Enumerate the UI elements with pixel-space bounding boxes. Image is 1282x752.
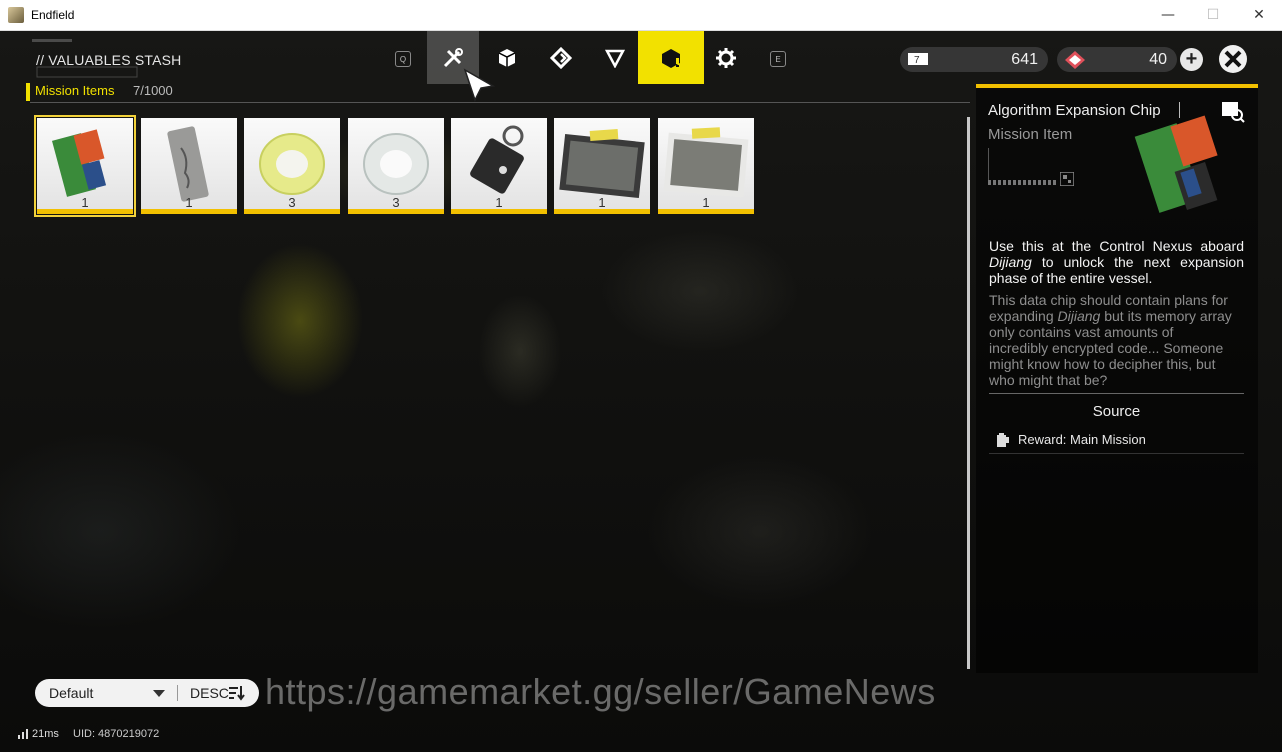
source-heading: Source xyxy=(1092,403,1141,420)
category-misc-tab[interactable] xyxy=(700,31,752,84)
game-viewport: // VALUABLES STASH Q E 7 641 40 + Missio… xyxy=(0,31,1282,752)
gear-icon xyxy=(716,47,736,68)
triangle-icon xyxy=(605,49,625,68)
section-divider xyxy=(30,102,970,103)
item-slot-glowing-ring[interactable]: 3 xyxy=(244,118,340,214)
sort-divider xyxy=(177,685,178,701)
watermark-text: https://gamemarket.gg/seller/GameNews xyxy=(265,671,936,712)
barcode-decor xyxy=(988,180,1058,185)
sort-descending-icon xyxy=(229,686,245,701)
tab-mission-items[interactable]: Mission Items xyxy=(35,83,114,98)
window-close-button[interactable]: ✕ xyxy=(1236,0,1282,30)
sort-control: Default DESC xyxy=(35,679,259,707)
diamond-arrow-icon xyxy=(550,46,572,69)
close-icon xyxy=(1224,50,1242,68)
item-count: 1 xyxy=(495,195,503,210)
chevron-down-icon[interactable] xyxy=(153,690,165,697)
algorithm-chip-icon xyxy=(1134,115,1218,213)
mouse-cursor-icon xyxy=(463,68,495,102)
item-description: Use this at the Control Nexus aboard Dij… xyxy=(989,238,1244,286)
maximize-button[interactable]: ☐ xyxy=(1190,0,1236,30)
item-slot-clear-ring[interactable]: 3 xyxy=(348,118,444,214)
item-count: 3 xyxy=(392,195,400,210)
currency-ticket: 7 641 xyxy=(900,47,1048,72)
window-title: Endfield xyxy=(31,8,75,22)
item-count: 1 xyxy=(81,195,89,210)
page-title: // VALUABLES STASH xyxy=(36,52,182,68)
key-hint-next: E xyxy=(770,51,786,67)
origeometry-icon xyxy=(1065,51,1085,69)
origeometry-count: 40 xyxy=(1149,51,1167,68)
item-count: 1 xyxy=(185,195,193,210)
grid-scrollbar[interactable] xyxy=(967,117,970,669)
key-hint-prev: Q xyxy=(395,51,411,67)
ticket-icon: 7 xyxy=(908,53,928,66)
minimize-button[interactable]: — xyxy=(1145,0,1191,30)
item-type: Mission Item xyxy=(988,126,1073,143)
close-stash-button[interactable] xyxy=(1219,45,1247,73)
source-row[interactable]: Reward: Main Mission xyxy=(989,428,1244,454)
item-slot-photo-1[interactable]: 1 xyxy=(554,118,650,214)
decor-line xyxy=(988,148,989,182)
svg-text:7: 7 xyxy=(914,55,920,66)
add-currency-button[interactable]: + xyxy=(1180,48,1203,71)
item-detail-panel: Algorithm Expansion Chip Mission Item Us… xyxy=(976,84,1258,673)
ping-value: 21ms xyxy=(32,728,59,740)
app-icon xyxy=(8,7,24,23)
category-weapons-tab[interactable] xyxy=(535,31,587,84)
category-gear-tab[interactable] xyxy=(589,31,641,84)
item-slot-metal-tag[interactable]: 1 xyxy=(141,118,237,214)
category-mission-items-tab[interactable] xyxy=(638,31,704,84)
cube-icon xyxy=(498,48,516,67)
source-label: Reward: Main Mission xyxy=(1018,432,1146,447)
item-count: 1 xyxy=(702,195,710,210)
window-titlebar: Endfield — ☐ ✕ xyxy=(0,0,1282,31)
lore-divider xyxy=(989,393,1244,394)
tab-accent-bar xyxy=(26,83,30,101)
user-id: UID: 4870219072 xyxy=(73,728,160,740)
sort-option-select[interactable]: Default xyxy=(49,685,93,701)
sort-order-button[interactable]: DESC xyxy=(190,685,229,701)
item-lore: This data chip should contain plans for … xyxy=(989,292,1232,388)
currency-origeometry: 40 xyxy=(1057,47,1177,72)
qr-code-icon xyxy=(1060,172,1074,186)
mission-box-icon xyxy=(662,48,680,68)
ticket-count: 641 xyxy=(1011,51,1038,68)
item-slot-photo-2[interactable]: 1 xyxy=(658,118,754,214)
mission-icon xyxy=(997,433,1009,447)
item-slot-keycard[interactable]: 1 xyxy=(451,118,547,214)
item-slot-algorithm-chip[interactable]: 1 xyxy=(34,115,136,217)
stash-capacity: 7/1000 xyxy=(133,83,173,98)
tools-icon xyxy=(443,47,463,67)
item-count: 1 xyxy=(598,195,606,210)
item-count: 3 xyxy=(288,195,296,210)
signal-icon xyxy=(18,729,28,739)
